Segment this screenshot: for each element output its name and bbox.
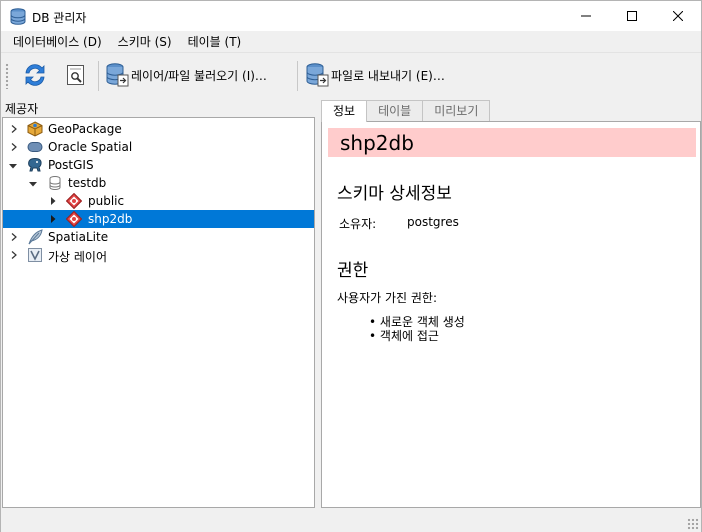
menu-table[interactable]: 테이블 (T) — [180, 32, 250, 52]
privilege-item: 새로운 객체 생성 — [369, 315, 465, 329]
menu-bar: 데이터베이스 (D) 스키마 (S) 테이블 (T) — [1, 31, 701, 52]
minimize-button[interactable] — [563, 1, 609, 31]
chevron-down-icon[interactable] — [29, 180, 37, 188]
schema-name-banner: shp2db — [328, 128, 696, 157]
tab-info[interactable]: 정보 — [321, 100, 368, 122]
tree-item-public[interactable]: public — [3, 192, 314, 210]
resize-grip[interactable] — [687, 518, 699, 530]
tree-item-label: PostGIS — [48, 158, 94, 172]
import-layer-button[interactable]: 레이어/파일 불러오기 (I)… — [105, 57, 267, 93]
virtual-layer-icon — [28, 248, 42, 262]
title-bar: DB 관리자 — [1, 1, 701, 31]
chevron-right-icon[interactable] — [10, 251, 18, 259]
tab-preview[interactable]: 미리보기 — [422, 100, 491, 121]
toolbar-separator — [297, 61, 298, 91]
tree-item-label: Oracle Spatial — [48, 140, 133, 154]
chevron-right-icon[interactable] — [49, 215, 57, 223]
oracle-icon — [27, 142, 43, 152]
menu-schema[interactable]: 스키마 (S) — [110, 32, 180, 52]
import-layer-label: 레이어/파일 불러오기 (I)… — [131, 68, 267, 83]
privileges-list: 새로운 객체 생성 객체에 접근 — [369, 315, 465, 343]
refresh-button[interactable] — [17, 57, 53, 93]
close-icon — [673, 11, 683, 21]
privileges-text: 사용자가 가진 권한: — [337, 291, 437, 305]
schema-details-heading: 스키마 상세정보 — [337, 184, 452, 204]
database-icon — [10, 8, 26, 25]
minimize-icon — [581, 15, 591, 17]
tree-item-postgis[interactable]: PostGIS — [3, 156, 314, 174]
owner-value: postgres — [407, 215, 459, 229]
db-manager-window: DB 관리자 데이터베이스 (D) 스키마 (S) 테이블 (T) 레이어/파일… — [0, 0, 702, 532]
toolbar-grip[interactable] — [5, 63, 9, 89]
tree-item-label: SpatiaLite — [48, 230, 109, 244]
export-file-button[interactable]: 파일로 내보내기 (E)… — [305, 57, 445, 93]
info-tab-bar: 정보 테이블 미리보기 — [321, 100, 491, 122]
providers-panel-title: 제공자 — [5, 102, 39, 116]
tree-item-testdb[interactable]: testdb — [3, 174, 314, 192]
database-icon — [49, 176, 61, 191]
export-file-label: 파일로 내보내기 (E)… — [331, 68, 445, 83]
toolbar-separator — [98, 61, 99, 91]
toolbar: 레이어/파일 불러오기 (I)… 파일로 내보내기 (E)… — [1, 52, 701, 97]
tree-item-virtual-layer[interactable]: 가상 레이어 — [3, 246, 314, 264]
tree-item-label: 가상 레이어 — [48, 250, 108, 264]
database-export-icon — [306, 63, 329, 87]
tree-item-label: testdb — [68, 176, 107, 190]
sql-window-icon — [67, 65, 84, 85]
tree-item-label: shp2db — [88, 212, 133, 226]
chevron-right-icon[interactable] — [10, 233, 18, 241]
chevron-down-icon[interactable] — [9, 162, 17, 170]
owner-label: 소유자: — [339, 217, 377, 231]
schema-icon — [66, 193, 82, 209]
tree-item-geopackage[interactable]: GeoPackage — [3, 120, 314, 138]
tree-item-label: public — [88, 194, 125, 208]
providers-tree: GeoPackage Oracle Spatial PostGIS testdb… — [2, 117, 315, 508]
sql-window-button[interactable] — [61, 57, 91, 93]
schema-name: shp2db — [340, 131, 414, 155]
chevron-right-icon[interactable] — [10, 143, 18, 151]
info-panel: shp2db 스키마 상세정보 소유자: postgres 권한 사용자가 가진… — [321, 121, 701, 508]
close-button[interactable] — [655, 1, 701, 31]
chevron-right-icon[interactable] — [49, 197, 57, 205]
postgis-elephant-icon — [28, 158, 42, 172]
tree-item-spatialite[interactable]: SpatiaLite — [3, 228, 314, 246]
maximize-icon — [627, 11, 637, 21]
geopackage-icon — [27, 121, 43, 137]
privilege-item: 객체에 접근 — [369, 329, 465, 343]
tree-item-shp2db[interactable]: shp2db — [3, 210, 314, 228]
spatialite-feather-icon — [28, 229, 43, 245]
refresh-icon — [25, 64, 45, 86]
menu-database[interactable]: 데이터베이스 (D) — [5, 32, 110, 52]
database-import-icon — [106, 63, 129, 87]
tree-item-oracle-spatial[interactable]: Oracle Spatial — [3, 138, 314, 156]
chevron-right-icon[interactable] — [10, 125, 18, 133]
schema-icon — [66, 211, 82, 227]
tab-table[interactable]: 테이블 — [366, 100, 424, 121]
privileges-heading: 권한 — [337, 261, 369, 281]
maximize-button[interactable] — [609, 1, 655, 31]
status-bar — [1, 510, 701, 532]
window-title: DB 관리자 — [32, 11, 87, 25]
tree-item-label: GeoPackage — [48, 122, 122, 136]
